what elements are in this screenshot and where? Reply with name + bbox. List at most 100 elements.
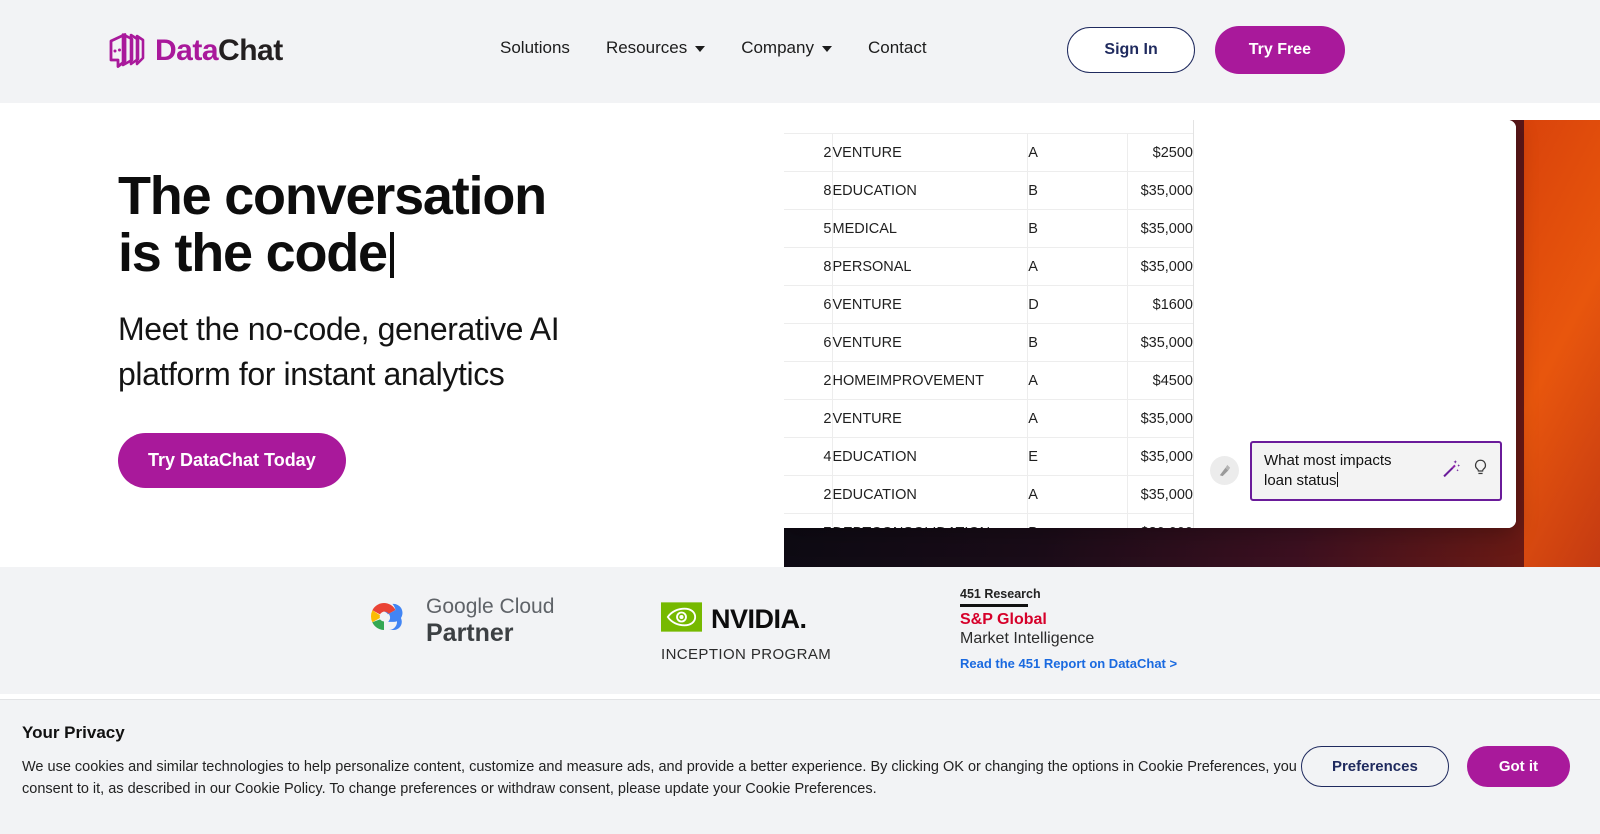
cookie-banner-text: We use cookies and similar technologies … xyxy=(22,756,1307,801)
chat-text-line-2: loan status xyxy=(1264,472,1337,489)
typing-cursor-icon xyxy=(390,232,394,278)
cell-amount: $35,000 xyxy=(1128,324,1193,362)
cell-amount: $1600 xyxy=(1128,286,1193,324)
cell-amount: $35,000 xyxy=(1128,248,1193,286)
datachat-logo-icon xyxy=(107,30,145,72)
cookie-preferences-button[interactable]: Preferences xyxy=(1301,746,1449,787)
brand-name-data: Data xyxy=(155,34,218,67)
lightbulb-icon[interactable] xyxy=(1471,458,1490,483)
cell-index: 7 xyxy=(784,514,832,529)
table-row[interactable]: 5 MEDICAL B $35,000 xyxy=(784,210,1193,248)
cookie-accept-button[interactable]: Got it xyxy=(1467,746,1570,787)
cell-grade: A xyxy=(1028,134,1128,172)
try-datachat-today-button[interactable]: Try DataChat Today xyxy=(118,433,346,488)
table-row[interactable]: 2 HOMEIMPROVEMENT A $4500 xyxy=(784,362,1193,400)
brand-wordmark: DataChat xyxy=(155,34,283,68)
cell-amount: $30,000 xyxy=(1128,514,1193,529)
cell-index: 5 xyxy=(784,210,832,248)
cell-grade: A xyxy=(1028,248,1128,286)
chevron-down-icon xyxy=(695,46,705,52)
site-header: DataChat Solutions Resources Company Con… xyxy=(0,0,1600,103)
451-research-block: 451 Research S&P Global Market Intellige… xyxy=(960,587,1177,671)
cell-grade: B xyxy=(1028,172,1128,210)
table-row[interactable]: 2 EDUCATION A $35,000 xyxy=(784,476,1193,514)
loan-data-table: 2 VENTURE A $2500 8 EDUCATION B $35,000 xyxy=(784,134,1193,528)
cell-amount: $35,000 xyxy=(1128,438,1193,476)
data-table-pane[interactable]: 2 VENTURE A $2500 8 EDUCATION B $35,000 xyxy=(784,120,1194,528)
brand-logo[interactable]: DataChat xyxy=(107,30,283,72)
cell-index: 8 xyxy=(784,172,832,210)
table-row[interactable]: 6 VENTURE B $35,000 xyxy=(784,324,1193,362)
brand-name-chat: Chat xyxy=(218,34,283,67)
cell-index: 2 xyxy=(784,476,832,514)
cell-purpose: VENTURE xyxy=(832,134,1028,172)
table-row[interactable]: 4 EDUCATION E $35,000 xyxy=(784,438,1193,476)
cell-grade: E xyxy=(1028,438,1128,476)
market-intelligence-label: Market Intelligence xyxy=(960,630,1177,648)
page-title: The conversation is the code xyxy=(118,168,738,281)
cell-purpose: HOMEIMPROVEMENT xyxy=(832,362,1028,400)
magic-wand-icon[interactable] xyxy=(1440,458,1461,484)
cell-purpose: EDUCATION xyxy=(832,172,1028,210)
subhead-line-1: Meet the no-code, generative AI xyxy=(118,311,559,347)
headline-line-2: is the code xyxy=(118,223,387,283)
cell-grade: B xyxy=(1028,210,1128,248)
cell-index: 6 xyxy=(784,286,832,324)
table-row[interactable]: 7 DEBTCONSOLIDATION B $30,000 xyxy=(784,514,1193,529)
cell-amount: $2500 xyxy=(1128,134,1193,172)
text-cursor-icon xyxy=(1337,472,1339,487)
google-cloud-partner-logo: Google Cloud Partner xyxy=(358,595,554,648)
cookie-consent-banner: Your Privacy We use cookies and similar … xyxy=(0,699,1600,834)
cell-index: 2 xyxy=(784,134,832,172)
hero-section: The conversation is the code Meet the no… xyxy=(0,103,1600,567)
chat-input[interactable]: What most impacts loan status xyxy=(1250,441,1502,502)
nav-label-contact: Contact xyxy=(868,38,927,58)
cookie-banner-actions: Preferences Got it xyxy=(1301,746,1570,787)
try-free-button[interactable]: Try Free xyxy=(1215,26,1345,74)
nvidia-inception-logo: NVIDIA. INCEPTION PROGRAM xyxy=(661,602,831,663)
partners-strip: Google Cloud Partner NVIDIA. xyxy=(0,567,1600,694)
cell-purpose: PERSONAL xyxy=(832,248,1028,286)
451-research-label: 451 Research xyxy=(960,587,1177,601)
table-body: 2 VENTURE A $2500 8 EDUCATION B $35,000 xyxy=(784,134,1193,528)
cell-grade: A xyxy=(1028,476,1128,514)
chat-text-line-1: What most impacts xyxy=(1264,452,1392,469)
divider-line xyxy=(960,604,1028,607)
cell-amount: $35,000 xyxy=(1128,210,1193,248)
nvidia-eye-icon xyxy=(661,602,702,637)
cell-purpose: DEBTCONSOLIDATION xyxy=(832,514,1028,529)
nvidia-row: NVIDIA. xyxy=(661,602,831,637)
nvidia-subtitle: INCEPTION PROGRAM xyxy=(661,646,831,663)
nav-item-company[interactable]: Company xyxy=(741,38,832,58)
cell-purpose: VENTURE xyxy=(832,324,1028,362)
hero-subheadline: Meet the no-code, generative AI platform… xyxy=(118,307,738,395)
landing-page: DataChat Solutions Resources Company Con… xyxy=(0,0,1600,834)
table-row[interactable]: 6 VENTURE D $1600 xyxy=(784,286,1193,324)
table-row[interactable]: 2 VENTURE A $35,000 xyxy=(784,400,1193,438)
read-451-report-link[interactable]: Read the 451 Report on DataChat > xyxy=(960,656,1177,671)
cell-grade: B xyxy=(1028,324,1128,362)
nav-label-company: Company xyxy=(741,38,814,58)
app-window: 2 VENTURE A $2500 8 EDUCATION B $35,000 xyxy=(784,120,1516,528)
google-cloud-partner-text: Google Cloud Partner xyxy=(426,595,554,648)
sign-in-button[interactable]: Sign In xyxy=(1067,27,1194,73)
chat-input-value: What most impacts loan status xyxy=(1264,451,1430,492)
cell-purpose: EDUCATION xyxy=(832,476,1028,514)
gcloud-line-1: Google Cloud xyxy=(426,595,554,619)
chat-pane: What most impacts loan status xyxy=(1194,120,1516,528)
nav-item-solutions[interactable]: Solutions xyxy=(500,38,570,58)
table-row[interactable]: 8 PERSONAL A $35,000 xyxy=(784,248,1193,286)
table-row[interactable]: 8 EDUCATION B $35,000 xyxy=(784,172,1193,210)
nav-item-contact[interactable]: Contact xyxy=(868,38,927,58)
chat-input-row: What most impacts loan status xyxy=(1210,441,1502,502)
user-avatar-icon xyxy=(1210,456,1239,485)
nav-item-resources[interactable]: Resources xyxy=(606,38,705,58)
cell-index: 8 xyxy=(784,248,832,286)
google-cloud-icon xyxy=(358,597,410,646)
table-row-partial-text xyxy=(784,121,858,134)
sp-global-label: S&P Global xyxy=(960,611,1177,629)
table-row[interactable]: 2 VENTURE A $2500 xyxy=(784,134,1193,172)
hero-copy: The conversation is the code Meet the no… xyxy=(118,168,738,488)
cell-grade: A xyxy=(1028,400,1128,438)
subhead-line-2: platform for instant analytics xyxy=(118,356,504,392)
